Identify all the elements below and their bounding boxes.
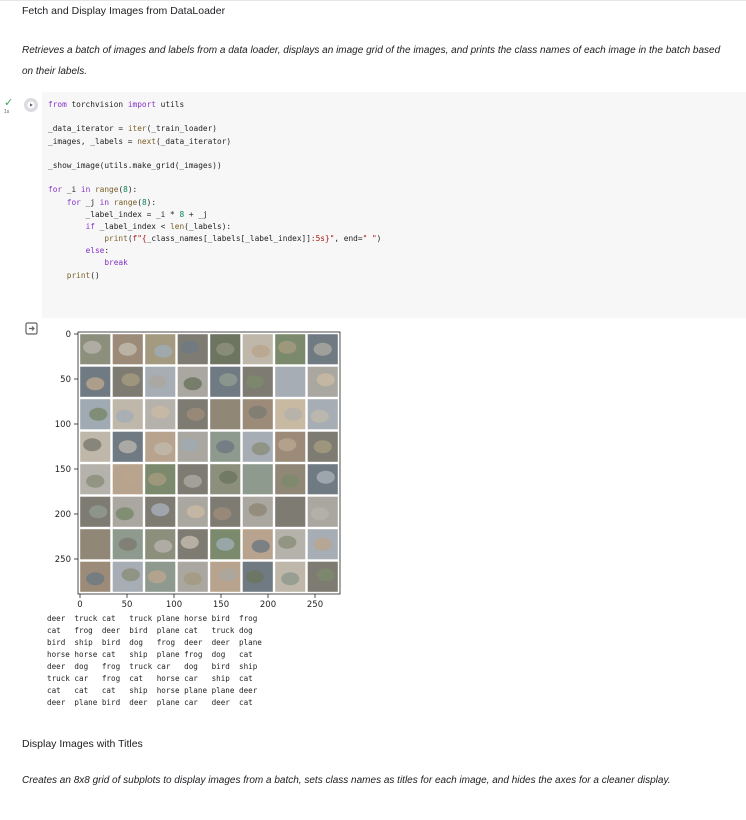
image-subject bbox=[183, 572, 202, 586]
image-subject bbox=[86, 572, 105, 586]
image-subject bbox=[216, 537, 235, 551]
image-subject bbox=[278, 438, 297, 452]
image-subject bbox=[121, 568, 140, 582]
image-subject bbox=[219, 373, 238, 387]
image-subject bbox=[316, 568, 335, 582]
image-subject bbox=[83, 340, 102, 354]
x-tick-label: 50 bbox=[122, 600, 133, 610]
image-subject bbox=[83, 438, 102, 452]
x-tick-label: 200 bbox=[260, 600, 276, 610]
image-grid-plot: 0 50 100 150 200 250 0 50 100 150 200 250 bbox=[55, 330, 341, 610]
image-subject bbox=[118, 342, 137, 356]
section-title: Display Images with Titles bbox=[22, 738, 143, 750]
image-subject bbox=[310, 507, 329, 521]
image-subject bbox=[154, 539, 173, 553]
image-subject bbox=[89, 505, 108, 519]
image-subject bbox=[251, 442, 270, 456]
image-subject bbox=[216, 342, 235, 356]
image-subject bbox=[180, 535, 199, 549]
image-subject bbox=[313, 440, 332, 454]
image-subject bbox=[183, 377, 202, 391]
image-subject bbox=[281, 572, 300, 586]
image-subject bbox=[248, 405, 267, 419]
image-subject bbox=[151, 405, 170, 419]
image-subject bbox=[251, 344, 270, 358]
image-subject bbox=[121, 373, 140, 387]
label-row: horse horse cat ship plane frog dog cat bbox=[47, 650, 253, 659]
image-subject bbox=[186, 505, 205, 519]
image-subject bbox=[213, 507, 232, 521]
image-subject bbox=[115, 409, 134, 423]
image-subject bbox=[278, 535, 297, 549]
image-subject bbox=[248, 503, 267, 517]
image-subject bbox=[245, 472, 264, 486]
y-tick-label: 0 bbox=[66, 330, 71, 340]
image-subject bbox=[115, 507, 134, 521]
image-subject bbox=[154, 344, 173, 358]
image-subject bbox=[316, 470, 335, 484]
y-tick-label: 250 bbox=[55, 555, 71, 565]
label-row: cat frog deer bird plane cat truck dog bbox=[47, 626, 253, 635]
image-subject bbox=[281, 474, 300, 488]
label-row: truck car frog cat horse car ship cat bbox=[47, 674, 253, 683]
y-tick-label: 150 bbox=[55, 465, 71, 475]
image-subject bbox=[251, 539, 270, 553]
image-subject bbox=[284, 407, 303, 421]
image-subject bbox=[313, 342, 332, 356]
label-row: deer truck cat truck plane horse bird fr… bbox=[47, 614, 258, 623]
x-tick-label: 150 bbox=[213, 600, 229, 610]
image-subject bbox=[213, 409, 232, 423]
label-row: bird ship bird dog frog deer deer plane bbox=[47, 638, 262, 647]
image-subject bbox=[154, 442, 173, 456]
image-subject bbox=[281, 377, 300, 391]
image-subject bbox=[121, 470, 140, 484]
image-subject bbox=[245, 375, 264, 389]
image-subject bbox=[316, 373, 335, 387]
section-description: Creates an 8x8 grid of subplots to displ… bbox=[22, 775, 671, 786]
x-tick-label: 250 bbox=[307, 600, 323, 610]
label-row: deer dog frog truck car dog bird ship bbox=[47, 662, 258, 671]
label-row: deer plane bird deer plane car deer cat bbox=[47, 698, 253, 707]
image-subject bbox=[180, 340, 199, 354]
y-tick-label: 200 bbox=[55, 510, 71, 520]
image-subject bbox=[118, 537, 137, 551]
x-tick-label: 100 bbox=[166, 600, 182, 610]
image-subject bbox=[148, 570, 167, 584]
image-subject bbox=[180, 438, 199, 452]
label-row: cat cat cat ship horse plane plane deer bbox=[47, 686, 258, 695]
image-subject bbox=[86, 474, 105, 488]
image-subject bbox=[219, 470, 238, 484]
image-subject bbox=[151, 503, 170, 517]
image-subject bbox=[245, 570, 264, 584]
y-tick-label: 100 bbox=[55, 420, 71, 430]
image-subject bbox=[148, 375, 167, 389]
image-subject bbox=[186, 407, 205, 421]
image-subject bbox=[83, 535, 102, 549]
y-tick-label: 50 bbox=[60, 375, 71, 385]
image-subject bbox=[310, 409, 329, 423]
image-subject bbox=[278, 340, 297, 354]
image-subject bbox=[89, 407, 108, 421]
image-subject bbox=[284, 505, 303, 519]
image-subject bbox=[86, 377, 105, 391]
image-subject bbox=[219, 568, 238, 582]
printed-labels-output: deer truck cat truck plane horse bird fr… bbox=[47, 613, 262, 709]
image-subject bbox=[148, 472, 167, 486]
x-tick-label: 0 bbox=[77, 600, 82, 610]
image-subject bbox=[183, 474, 202, 488]
image-subject bbox=[118, 440, 137, 454]
image-subject bbox=[313, 537, 332, 551]
image-subject bbox=[216, 440, 235, 454]
